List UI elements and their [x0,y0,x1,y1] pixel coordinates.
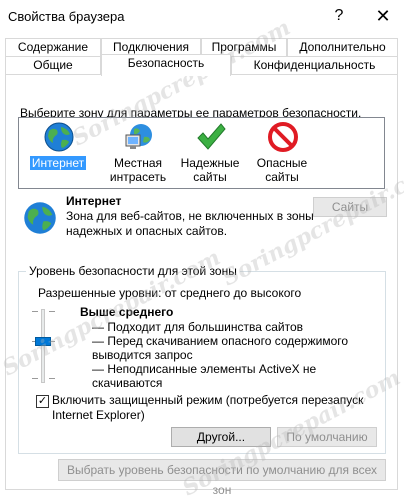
zone-label-trusted: Надежные сайты [180,156,240,184]
zone-title: Интернет [66,194,122,208]
slider-tick [32,311,38,312]
prohibited-icon [268,122,298,152]
slider-tick [49,311,55,312]
globe-icon [24,202,56,234]
zone-label-restricted: Опасные сайты [256,156,308,184]
security-slider-thumb[interactable] [35,337,51,346]
security-slider-track[interactable] [41,309,45,383]
tab-security[interactable]: Безопасность [101,54,231,76]
sites-button[interactable]: Сайты [313,197,387,217]
security-level-label: Уровень безопасности для этой зоны [26,264,240,278]
default-level-button[interactable]: По умолчанию [277,427,377,447]
zone-label-intranet: Местная интрасеть [109,156,167,184]
zone-trusted[interactable]: Надежные сайты [175,118,245,190]
protected-mode-label: Включить защищенный режим (потребуется п… [52,393,364,422]
zone-intranet[interactable]: Местная интрасеть [103,118,173,190]
level-point: — Подходит для большинства сайтов [92,320,304,334]
level-point: — Неподписанные элементы ActiveX не скач… [92,362,317,390]
zone-label-internet: Интернет [29,156,87,170]
zone-description: Зона для веб-сайтов, не включенных в зон… [66,209,314,238]
level-name: Выше среднего [80,305,174,319]
zone-restricted[interactable]: Опасные сайты [247,118,317,190]
window-title: Свойства браузера [8,9,125,24]
tab-general[interactable]: Общие [5,56,101,74]
intranet-icon [125,124,152,149]
tab-privacy[interactable]: Конфиденциальность [231,56,398,74]
tab-content[interactable]: Содержание [5,38,101,56]
tab-strip: Содержание Подключения Программы Дополни… [0,38,404,76]
tab-advanced[interactable]: Дополнительно [287,38,398,56]
slider-tick [49,378,55,379]
checkmark-icon [197,123,226,150]
zones-list: Интернет Местная интрасеть Надежные сайт… [18,117,385,189]
close-button[interactable]: ✕ [370,4,396,30]
protected-mode-checkbox[interactable]: ✓ [36,395,49,408]
help-button[interactable]: ? [326,4,352,30]
custom-level-button[interactable]: Другой... [171,427,271,447]
globe-icon [44,122,74,152]
reset-all-zones-button[interactable]: Выбрать уровень безопасности по умолчани… [58,459,386,497]
zone-internet[interactable]: Интернет [23,118,93,190]
slider-tick [32,378,38,379]
level-point: — Перед скачиванием опасного содержимого… [92,334,349,362]
title-bar: Свойства браузера ? ✕ [0,0,404,34]
level-description: — Подходит для большинства сайтов — Пере… [92,320,382,390]
allowed-levels-text: Разрешенные уровни: от среднего до высок… [38,286,302,300]
